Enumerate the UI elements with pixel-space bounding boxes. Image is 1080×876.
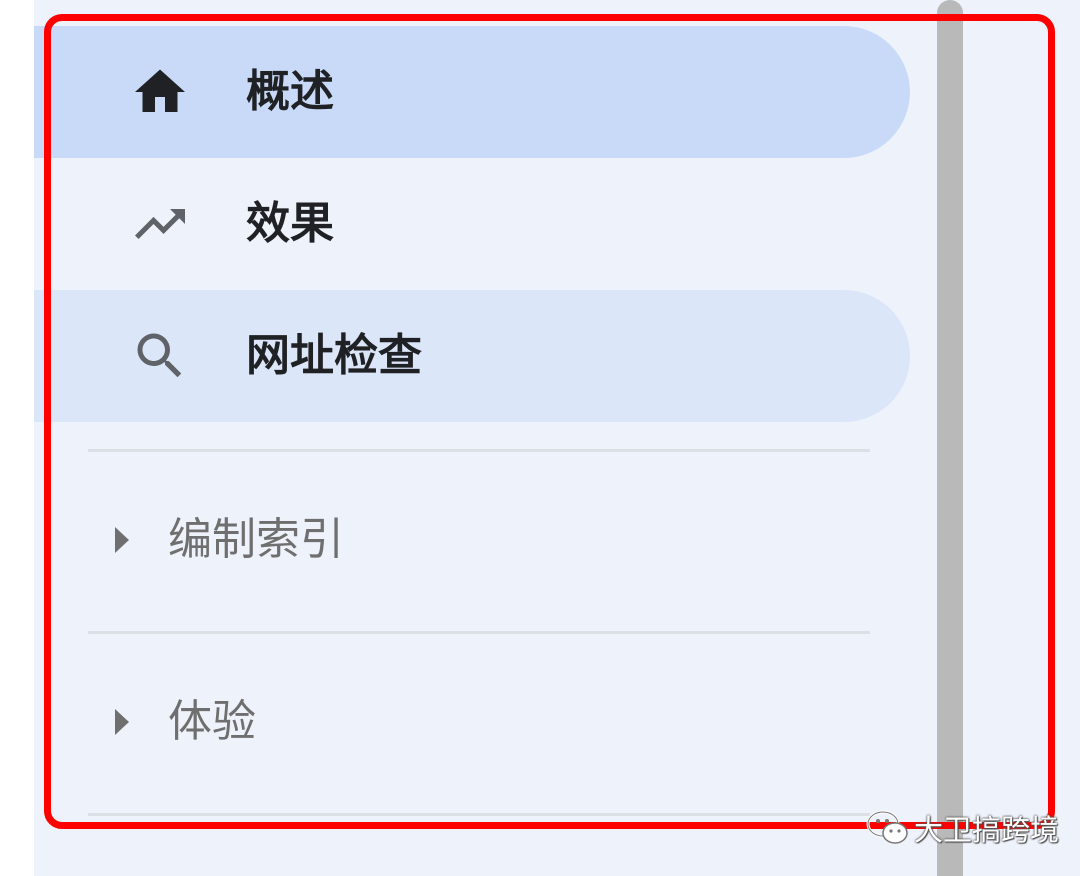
section-indexing[interactable]: 编制索引 (34, 490, 870, 590)
divider (88, 813, 870, 816)
home-icon (135, 69, 185, 112)
divider (88, 449, 870, 452)
watermark: 大卫搞跨境 (866, 806, 1059, 850)
wechat-icon (866, 810, 908, 844)
nav-item-performance[interactable]: 效果 (34, 158, 910, 290)
caret-right-icon (115, 709, 129, 735)
section-label: 编制索引 (168, 514, 344, 565)
nav-item-label: 网址检查 (246, 330, 422, 381)
nav-item-overview[interactable]: 概述 (34, 26, 910, 158)
trending-up-icon (135, 209, 185, 239)
scrollbar[interactable] (937, 0, 963, 876)
nav-item-label: 效果 (246, 198, 334, 249)
nav-item-label: 概述 (246, 66, 334, 117)
section-experience[interactable]: 体验 (34, 672, 870, 772)
divider (88, 631, 870, 634)
search-icon (137, 333, 182, 378)
watermark-text: 大卫搞跨境 (914, 813, 1060, 847)
nav-item-url-inspection[interactable]: 网址检查 (34, 290, 910, 422)
caret-right-icon (115, 527, 129, 553)
section-label: 体验 (168, 696, 256, 747)
